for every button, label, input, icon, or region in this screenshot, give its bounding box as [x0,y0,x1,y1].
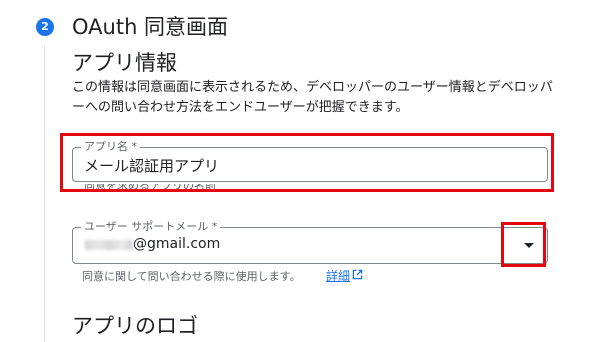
support-email-select[interactable]: ユーザー サポートメール * @gmail.com [72,220,548,264]
step-number-badge: 2 [36,18,54,36]
step-title: OAuth 同意画面 [72,15,229,39]
support-email-value: @gmail.com [133,236,221,252]
section-title-app-info: アプリ情報 [72,51,177,75]
support-email-label: ユーザー サポートメール * [81,220,221,234]
step-connector-line [44,46,45,342]
dropdown-arrow-icon[interactable] [524,243,534,248]
app-name-field[interactable]: アプリ名 * メール認証用アプリ [72,140,548,182]
app-name-helper-text: 同意を求めるアプリの名前 [84,184,216,192]
support-email-helper: 同意に関して問い合わせる際に使用します。 [82,270,301,283]
section-title-app-logo: アプリのロゴ [72,314,198,338]
redacted-email-prefix [85,240,133,250]
open-in-new-icon[interactable] [352,269,363,280]
learn-more-link[interactable]: 詳細 [326,267,350,284]
app-name-value[interactable]: メール認証用アプリ [84,155,219,176]
app-info-description: この情報は同意画面に表示されるため、デベロッパーのユーザー情報とデベロッパーへの… [72,80,553,115]
app-name-helper: 同意を求めるアプリの名前 [84,184,216,192]
app-name-label: アプリ名 * [81,140,140,154]
